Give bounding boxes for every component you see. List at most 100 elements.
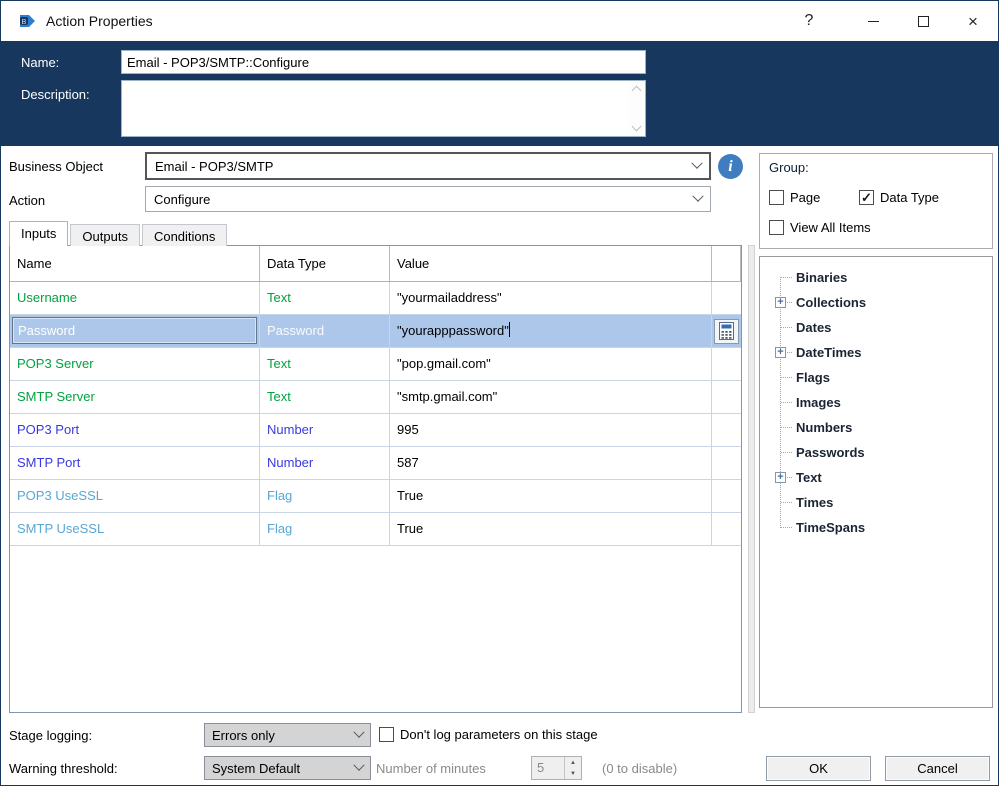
param-type: Password bbox=[260, 315, 390, 347]
column-header-name: Name bbox=[10, 246, 260, 281]
chevron-down-icon bbox=[692, 190, 704, 202]
info-icon[interactable]: i bbox=[718, 154, 743, 179]
warning-threshold-dropdown[interactable]: System Default bbox=[204, 756, 371, 780]
tree-item-binaries[interactable]: Binaries bbox=[760, 265, 992, 290]
panel-splitter[interactable] bbox=[748, 245, 755, 713]
chevron-down-icon bbox=[353, 759, 365, 771]
maximize-icon[interactable] bbox=[898, 1, 948, 41]
table-row-selected[interactable]: Password Password "yourapppassword" bbox=[10, 315, 741, 348]
stage-logging-label: Stage logging: bbox=[9, 728, 93, 743]
parameter-tabs: Inputs Outputs Conditions bbox=[9, 221, 229, 246]
table-row[interactable]: SMTP Port Number 587 bbox=[10, 447, 741, 480]
title-bar: B Action Properties ? × bbox=[1, 1, 998, 41]
warning-threshold-value: System Default bbox=[212, 760, 301, 776]
checkbox-label: View All Items bbox=[790, 220, 871, 235]
chevron-down-icon bbox=[691, 157, 703, 169]
tab-conditions[interactable]: Conditions bbox=[141, 224, 228, 246]
checkbox-icon bbox=[769, 220, 784, 235]
close-icon[interactable]: × bbox=[948, 1, 998, 41]
window-title: Action Properties bbox=[46, 13, 153, 29]
param-name: POP3 Port bbox=[10, 414, 260, 446]
scroll-down-icon[interactable] bbox=[631, 121, 642, 132]
spinner-down-icon[interactable]: ▼ bbox=[565, 768, 581, 779]
param-name: POP3 UseSSL bbox=[10, 480, 260, 512]
scroll-up-icon[interactable] bbox=[631, 85, 642, 96]
spinner-up-icon[interactable]: ▲ bbox=[565, 757, 581, 768]
tree-item-timespans[interactable]: TimeSpans bbox=[760, 515, 992, 540]
param-name: Username bbox=[10, 282, 260, 314]
checkbox-page[interactable]: Page bbox=[769, 190, 820, 205]
param-name-editor-cell[interactable]: Password bbox=[10, 315, 260, 347]
table-row[interactable]: SMTP UseSSL Flag True bbox=[10, 513, 741, 546]
param-type: Text bbox=[260, 348, 390, 380]
action-dropdown[interactable]: Configure bbox=[145, 186, 711, 212]
table-row[interactable]: Username Text "yourmailaddress" bbox=[10, 282, 741, 315]
calculator-icon bbox=[719, 322, 734, 340]
warning-threshold-label: Warning threshold: bbox=[9, 761, 118, 776]
checkbox-view-all-items[interactable]: View All Items bbox=[769, 220, 871, 235]
table-row[interactable]: POP3 UseSSL Flag True bbox=[10, 480, 741, 513]
help-icon[interactable]: ? bbox=[784, 1, 834, 41]
minutes-spinner: 5 ▲ ▼ bbox=[531, 756, 582, 780]
param-name: SMTP Port bbox=[10, 447, 260, 479]
number-of-minutes-label: Number of minutes bbox=[376, 761, 486, 776]
description-textarea[interactable] bbox=[122, 81, 628, 136]
param-type: Text bbox=[260, 381, 390, 413]
param-value[interactable]: "pop.gmail.com" bbox=[390, 348, 712, 380]
checkbox-icon bbox=[769, 190, 784, 205]
business-object-dropdown[interactable]: Email - POP3/SMTP bbox=[145, 152, 711, 180]
tree-item-flags[interactable]: Flags bbox=[760, 365, 992, 390]
description-field-wrap bbox=[121, 80, 646, 137]
tree-item-passwords[interactable]: Passwords bbox=[760, 440, 992, 465]
tree-item-images[interactable]: Images bbox=[760, 390, 992, 415]
description-scrollbar[interactable] bbox=[628, 81, 645, 136]
name-input[interactable] bbox=[121, 50, 646, 74]
stage-logging-dropdown[interactable]: Errors only bbox=[204, 723, 371, 747]
plus-icon[interactable]: + bbox=[775, 472, 786, 483]
param-value[interactable]: "yourmailaddress" bbox=[390, 282, 712, 314]
minutes-value: 5 bbox=[537, 760, 545, 775]
action-properties-dialog: B Action Properties ? × Name: Descriptio… bbox=[0, 0, 999, 786]
tab-inputs[interactable]: Inputs bbox=[9, 221, 69, 246]
param-type: Text bbox=[260, 282, 390, 314]
param-value[interactable]: "yourapppassword" bbox=[390, 315, 712, 347]
param-name: SMTP UseSSL bbox=[10, 513, 260, 545]
data-type-tree-panel: Binaries + Collections Dates + DateTimes F… bbox=[759, 256, 993, 708]
param-value[interactable]: 995 bbox=[390, 414, 712, 446]
plus-icon[interactable]: + bbox=[775, 297, 786, 308]
tree-item-datetimes[interactable]: + DateTimes bbox=[760, 340, 992, 365]
param-value[interactable]: 587 bbox=[390, 447, 712, 479]
tree-item-dates[interactable]: Dates bbox=[760, 315, 992, 340]
checkbox-dont-log-parameters[interactable]: Don't log parameters on this stage bbox=[379, 727, 598, 742]
header-panel: Name: Description: bbox=[1, 41, 998, 146]
param-name: POP3 Server bbox=[10, 348, 260, 380]
description-label: Description: bbox=[21, 87, 90, 102]
tree-item-times[interactable]: Times bbox=[760, 490, 992, 515]
disable-hint: (0 to disable) bbox=[602, 761, 678, 776]
checkbox-data-type[interactable]: ✓ Data Type bbox=[859, 190, 939, 205]
tree-item-text[interactable]: + Text bbox=[760, 465, 992, 490]
ok-button[interactable]: OK bbox=[766, 756, 871, 781]
plus-icon[interactable]: + bbox=[775, 347, 786, 358]
data-type-tree: Binaries + Collections Dates + DateTimes F… bbox=[760, 265, 992, 540]
tab-outputs[interactable]: Outputs bbox=[70, 224, 140, 246]
table-row[interactable]: POP3 Server Text "pop.gmail.com" bbox=[10, 348, 741, 381]
cancel-button[interactable]: Cancel bbox=[885, 756, 990, 781]
param-type: Flag bbox=[260, 480, 390, 512]
param-type: Number bbox=[260, 414, 390, 446]
group-panel: Group: Page ✓ Data Type View All Items bbox=[759, 153, 993, 249]
param-value[interactable]: "smtp.gmail.com" bbox=[390, 381, 712, 413]
tree-item-numbers[interactable]: Numbers bbox=[760, 415, 992, 440]
minimize-icon[interactable] bbox=[848, 1, 898, 41]
expression-editor-button[interactable] bbox=[714, 318, 739, 344]
table-row[interactable]: SMTP Server Text "smtp.gmail.com" bbox=[10, 381, 741, 414]
action-label: Action bbox=[9, 193, 46, 208]
text-cursor bbox=[508, 322, 510, 337]
tree-item-collections[interactable]: + Collections bbox=[760, 290, 992, 315]
param-value[interactable]: True bbox=[390, 513, 712, 545]
inputs-grid: Name Data Type Value Username Text "your… bbox=[9, 245, 742, 713]
param-value[interactable]: True bbox=[390, 480, 712, 512]
param-name-editbox[interactable]: Password bbox=[12, 317, 257, 344]
table-row[interactable]: POP3 Port Number 995 bbox=[10, 414, 741, 447]
param-name: SMTP Server bbox=[10, 381, 260, 413]
